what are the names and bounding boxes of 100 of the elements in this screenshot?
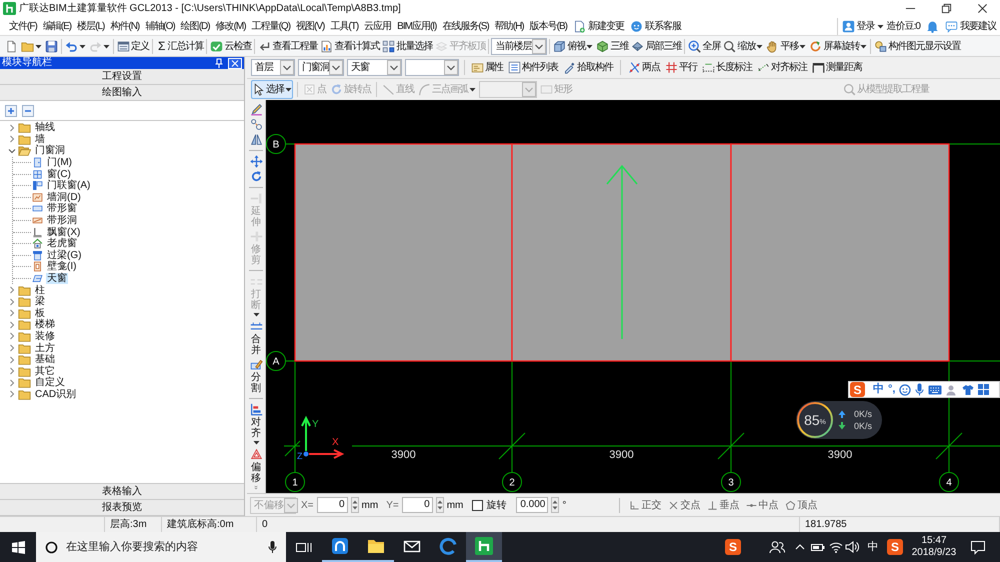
punctuation-label[interactable]: °, [888,384,896,395]
menu-item[interactable]: 构件(N) [107,17,142,35]
search-input[interactable]: 在这里输入你要搜索的内容 [66,538,260,556]
toolbar-button[interactable]: 属性 [470,58,504,77]
speaker-icon[interactable] [845,541,859,553]
snap-button[interactable]: 中点 [744,498,780,512]
tree-item[interactable]: 装修 [34,330,56,342]
chevron-down-icon[interactable] [280,60,294,75]
menu-item[interactable]: 绘图(D) [178,17,213,35]
menu-item[interactable]: 工具(T) [327,17,362,35]
spin-button[interactable] [436,497,444,513]
tree-item[interactable]: 土方 [34,342,56,354]
menu-item[interactable]: 修改(M) [212,17,249,35]
toolbar-button[interactable]: 查看计算式 [319,36,380,56]
chevron-right-icon[interactable] [8,124,16,132]
checkbox[interactable] [472,500,484,510]
snap-button[interactable]: 交点 [666,498,702,512]
chevron-right-icon[interactable] [8,367,16,376]
toolbar-button[interactable]: 局部三维 [630,36,682,56]
suggestion-button[interactable]: 我要建议 [945,18,996,34]
menu-item[interactable]: BIM应用(I) [394,17,440,35]
number-field[interactable]: 0.000 [516,497,548,513]
tree-item[interactable]: 带形洞 [46,215,78,226]
toolbar-button[interactable]: 构件列表 [507,58,559,77]
chevron-right-icon[interactable] [8,320,16,329]
smiley-icon[interactable] [899,384,912,396]
chevron-down-icon[interactable] [532,38,546,54]
tool-button[interactable]: 分割 [248,357,264,395]
tree-item[interactable]: 楼梯 [34,319,56,330]
tree-item[interactable]: 自定义 [34,377,66,388]
menu-item[interactable]: 版本号(B) [526,17,570,35]
spin-button[interactable] [551,497,560,513]
battery-icon[interactable] [811,542,825,552]
number-field[interactable]: 0 [316,497,348,513]
tree-item[interactable]: 板 [34,308,46,319]
dropdown-field[interactable]: 天窗 [347,59,402,76]
section-button[interactable]: 表格输入 [0,484,244,500]
chevron-right-icon[interactable] [8,135,16,144]
tree-item[interactable]: 过梁(G) [46,250,82,261]
chevron-right-icon[interactable] [8,309,16,318]
menu-item[interactable]: 帮助(H) [492,17,527,35]
tree-item[interactable]: 梁 [34,296,46,308]
section-button[interactable]: 报表预览 [0,500,244,516]
toolbar-button[interactable]: 俯视 [552,36,594,56]
snap-button[interactable]: 正交 [627,498,664,512]
tree-item[interactable]: CAD识别 [34,388,78,400]
tree-item[interactable]: 其它 [34,366,56,377]
tool-button[interactable]: 偏移 [248,447,264,485]
chevron-right-icon[interactable] [8,286,16,294]
tree-item[interactable]: 飘窗(X) [46,226,82,238]
toolbar-button[interactable]: 长度标注 [701,58,753,77]
number-field[interactable]: 0 [402,497,433,513]
link-button[interactable]: 联系客服 [626,17,684,35]
tree-item[interactable]: 墙 [34,134,46,145]
toolbar-button[interactable]: 构件图元显示设置 [873,36,962,56]
toolbar-button[interactable]: Σ 汇总计算 [155,36,204,56]
tree-item[interactable]: 门联窗(A) [46,180,92,192]
spin-button[interactable] [350,497,359,513]
toolbar-button[interactable]: 平移 [765,36,808,56]
dropdown-field[interactable]: 首层 [251,59,295,76]
chevron-right-icon[interactable] [8,332,16,340]
search-box[interactable]: 在这里输入你要搜索的内容 [36,532,286,562]
menu-item[interactable]: 文件(F) [6,17,40,35]
toolbar-button[interactable]: 全屏 [687,36,722,56]
panes-icon[interactable] [296,540,312,554]
section-button[interactable]: 绘图输入 [0,85,244,101]
toolbar-button[interactable]: 查看工程量 [257,36,318,56]
chevron-down-icon[interactable] [444,60,458,75]
clock-date[interactable]: 2018/9/23 [912,547,956,559]
dropdown-field[interactable]: 门窗洞 [298,59,344,76]
menu-item[interactable]: 工程量(Q) [248,17,294,35]
tree-item[interactable]: 带形窗 [46,203,78,214]
speech-bubble-icon[interactable] [970,540,986,554]
toolbar-button[interactable]: 屏幕旋转 [808,36,868,56]
tree-item[interactable]: 壁龛(I) [46,261,78,272]
tree-item[interactable]: 墙洞(D) [46,192,82,203]
tool-button[interactable]: 合并 [248,319,264,357]
snap-button[interactable]: 顶点 [783,498,820,512]
tree-item[interactable]: 老虎窗 [46,238,78,250]
menu-item[interactable]: 辅轴(O) [142,17,178,35]
toolbar-button[interactable]: 拾取构件 [562,58,614,77]
chevron-up-icon[interactable] [795,542,805,552]
shirt-icon[interactable] [962,384,974,396]
menu-item[interactable]: 视图(V) [293,17,328,35]
tool-button[interactable]: 对齐 [248,402,264,447]
tree-item[interactable]: 窗(C) [46,168,72,180]
toolbar-button[interactable]: 测量距离 [811,58,863,77]
bell-icon[interactable] [926,20,939,32]
dropdown-field[interactable]: 当前楼层 [491,38,548,54]
menu-item[interactable]: 编辑(E) [40,17,74,35]
tree-item[interactable]: 天窗 [46,273,68,284]
menu-item[interactable]: 楼层(L) [74,17,108,35]
people-icon[interactable] [769,540,785,554]
chevron-right-icon[interactable] [8,390,16,398]
grid-icon[interactable] [978,384,990,395]
menu-item[interactable]: 在线服务(S) [439,17,492,35]
toolbar-button[interactable]: 平行 [664,58,698,77]
link-button[interactable]: 新建变更 [570,17,627,35]
chevron-down-icon[interactable] [387,60,401,75]
tree-item[interactable]: 轴线 [34,122,56,134]
